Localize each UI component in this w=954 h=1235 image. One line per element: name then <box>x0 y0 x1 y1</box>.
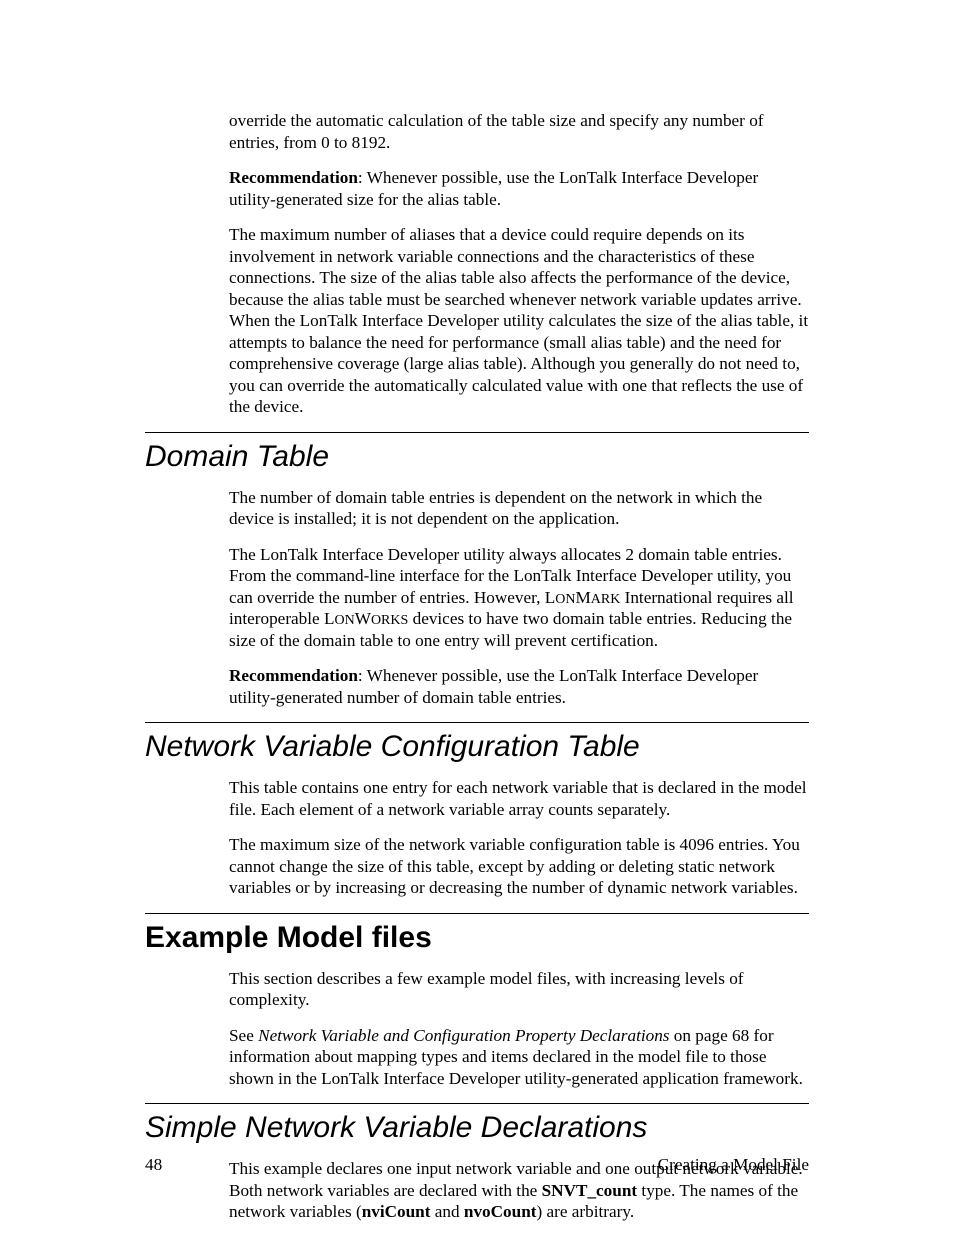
section-nvct: Network Variable Configuration Table Thi… <box>145 722 809 899</box>
domain-p2-c: M <box>575 588 590 607</box>
nvct-para-2: The maximum size of the network variable… <box>229 834 809 899</box>
simple-p1-f: nvoCount <box>464 1202 537 1221</box>
heading-nvct: Network Variable Configuration Table <box>145 722 809 769</box>
domain-para-2: The LonTalk Interface Developer utility … <box>229 544 809 652</box>
section-example-models: Example Model files This section describ… <box>145 913 809 1090</box>
ex-p2-b: Network Variable and Configuration Prope… <box>258 1026 669 1045</box>
heading-domain-table: Domain Table <box>145 432 809 479</box>
simple-p1-b: SNVT_count <box>542 1181 638 1200</box>
heading-simple-nv-decl: Simple Network Variable Declarations <box>145 1103 809 1150</box>
domain-para-1: The number of domain table entries is de… <box>229 487 809 530</box>
heading-example-model-files: Example Model files <box>145 913 809 960</box>
simple-p1-g: ) are arbitrary. <box>536 1202 634 1221</box>
footer-page-number: 48 <box>145 1155 162 1175</box>
footer-chapter-title: Creating a Model File <box>658 1155 809 1175</box>
para-alias-detail: The maximum number of aliases that a dev… <box>229 224 809 418</box>
example-para-2: See Network Variable and Configuration P… <box>229 1025 809 1090</box>
rec2-label: Recommendation <box>229 666 358 685</box>
page-footer: 48 Creating a Model File <box>145 1155 809 1175</box>
simple-p1-e: and <box>430 1202 463 1221</box>
para-override: override the automatic calculation of th… <box>229 110 809 153</box>
para-recommendation-2: Recommendation: Whenever possible, use t… <box>229 665 809 708</box>
ex-p2-a: See <box>229 1026 258 1045</box>
domain-p2-f: ON <box>334 613 354 628</box>
domain-p2-b: ON <box>555 592 575 607</box>
para-recommendation-1: Recommendation: Whenever possible, use t… <box>229 167 809 210</box>
domain-p2-d: ARK <box>591 592 621 607</box>
page: override the automatic calculation of th… <box>0 0 954 1235</box>
nvct-para-1: This table contains one entry for each n… <box>229 777 809 820</box>
simple-p1-d: nviCount <box>362 1202 431 1221</box>
domain-p2-g: W <box>355 609 371 628</box>
domain-p2-h: ORKS <box>371 613 408 628</box>
section-domain-table: Domain Table The number of domain table … <box>145 432 809 709</box>
rec1-label: Recommendation <box>229 168 358 187</box>
example-para-1: This section describes a few example mod… <box>229 968 809 1011</box>
